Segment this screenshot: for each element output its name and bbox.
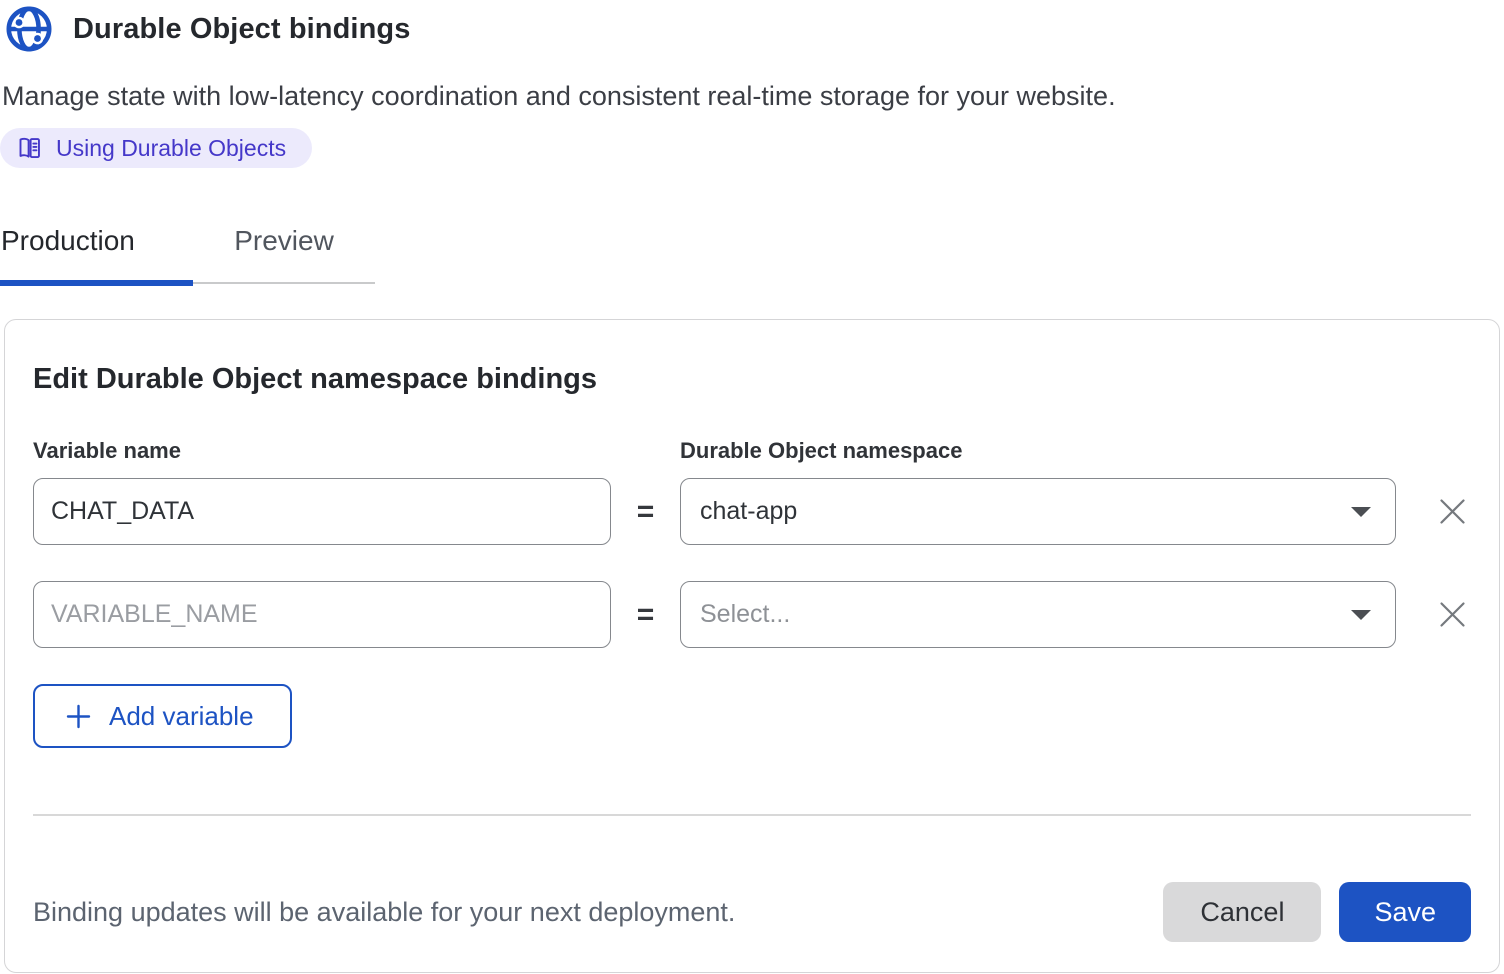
- variable-name-input-row2[interactable]: [33, 581, 611, 648]
- durable-object-bindings-page: Durable Object bindings Manage state wit…: [0, 0, 1504, 974]
- card-heading: Edit Durable Object namespace bindings: [33, 363, 1471, 396]
- card-footer: Binding updates will be available for yo…: [33, 882, 1471, 942]
- plus-icon: [65, 703, 92, 730]
- namespace-column-label: Durable Object namespace: [680, 438, 962, 464]
- namespace-select-placeholder: Select...: [700, 600, 790, 629]
- tab-preview[interactable]: Preview: [193, 225, 375, 257]
- page-description: Manage state with low-latency coordinati…: [2, 81, 1504, 112]
- bindings-editor-card: Edit Durable Object namespace bindings V…: [4, 319, 1500, 973]
- book-icon: [16, 135, 43, 162]
- docs-link-pill[interactable]: Using Durable Objects: [0, 128, 312, 168]
- equals-sign: =: [611, 495, 680, 529]
- caret-down-icon: [1349, 505, 1373, 519]
- durable-objects-globe-icon: [6, 6, 52, 52]
- column-headers: Variable name Durable Object namespace: [33, 438, 1471, 464]
- tab-divider-line: [193, 282, 375, 284]
- footer-actions: Cancel Save: [1163, 882, 1471, 942]
- namespace-selected-value: chat-app: [700, 497, 797, 526]
- add-variable-button[interactable]: Add variable: [33, 684, 292, 748]
- bindings-grid: = chat-app = Select...: [33, 478, 1471, 648]
- variable-name-column-label: Variable name: [33, 438, 680, 464]
- close-icon: [1437, 599, 1468, 630]
- add-variable-label: Add variable: [109, 701, 254, 732]
- page-title: Durable Object bindings: [73, 13, 410, 46]
- namespace-select-row2[interactable]: Select...: [680, 581, 1396, 648]
- tab-active-indicator: [0, 280, 193, 286]
- save-button[interactable]: Save: [1339, 882, 1471, 942]
- equals-sign: =: [611, 598, 680, 632]
- environment-tabs: Production Preview: [0, 225, 1504, 287]
- namespace-select-row1[interactable]: chat-app: [680, 478, 1396, 545]
- remove-row1-button[interactable]: [1429, 489, 1475, 535]
- close-icon: [1437, 496, 1468, 527]
- page-header: Durable Object bindings: [0, 0, 1504, 52]
- variable-name-input-row1[interactable]: [33, 478, 611, 545]
- docs-link-label: Using Durable Objects: [56, 135, 286, 162]
- footer-divider: [33, 814, 1471, 816]
- deployment-note: Binding updates will be available for yo…: [33, 897, 735, 928]
- tab-production[interactable]: Production: [1, 225, 135, 257]
- caret-down-icon: [1349, 608, 1373, 622]
- cancel-button[interactable]: Cancel: [1163, 882, 1321, 942]
- remove-row2-button[interactable]: [1429, 592, 1475, 638]
